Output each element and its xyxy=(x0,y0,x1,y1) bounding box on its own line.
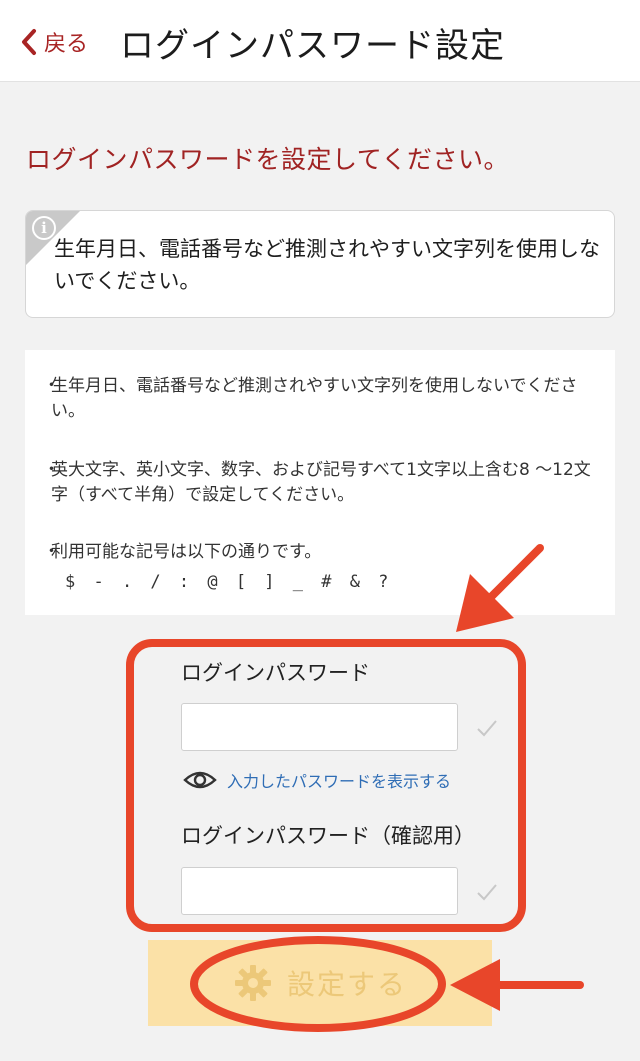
back-button[interactable]: 戻る xyxy=(18,24,88,60)
check-icon xyxy=(477,720,497,737)
password-rules: ・生年月日、電話番号など推測されやすい文字列を使用しないでください。 ・英大文字… xyxy=(25,350,615,615)
show-password-label: 入力したパスワードを表示する xyxy=(227,772,452,791)
password-input[interactable] xyxy=(181,703,458,751)
rule-item: ・生年月日、電話番号など推測されやすい文字列を使用しないでください。 xyxy=(43,376,578,421)
back-label: 戻る xyxy=(44,32,89,57)
gear-icon xyxy=(234,965,271,1001)
password-label: ログインパスワード xyxy=(181,661,370,685)
chevron-left-icon xyxy=(22,29,36,55)
allowed-symbols: $ - . / : @ [ ] _ # & ? xyxy=(65,572,393,592)
show-password-toggle[interactable]: 入力したパスワードを表示する xyxy=(183,764,451,796)
info-icon: i xyxy=(32,216,56,240)
notice-box: i 生年月日、電話番号など推測されやすい文字列を使用しないでください。 xyxy=(25,210,615,318)
submit-button[interactable]: 設定する xyxy=(148,940,492,1026)
eye-icon xyxy=(183,771,217,789)
check-icon xyxy=(477,884,497,901)
app-header: 戻る ログインパスワード設定 xyxy=(0,0,640,82)
notice-text: 生年月日、電話番号など推測されやすい文字列を使用しないでください。 xyxy=(54,237,600,293)
rule-item: ・英大文字、英小文字、数字、および記号すべて1文字以上含む8 ～12文字（すべて… xyxy=(43,460,591,505)
page-title: ログインパスワード設定 xyxy=(120,26,505,66)
lead-text: ログインパスワードを設定してください。 xyxy=(26,145,510,174)
confirm-password-label: ログインパスワード（確認用） xyxy=(181,824,475,848)
rule-item: ・利用可能な記号は以下の通りです。 xyxy=(43,542,322,562)
submit-label: 設定する xyxy=(286,969,407,1000)
confirm-password-input[interactable] xyxy=(181,867,458,915)
